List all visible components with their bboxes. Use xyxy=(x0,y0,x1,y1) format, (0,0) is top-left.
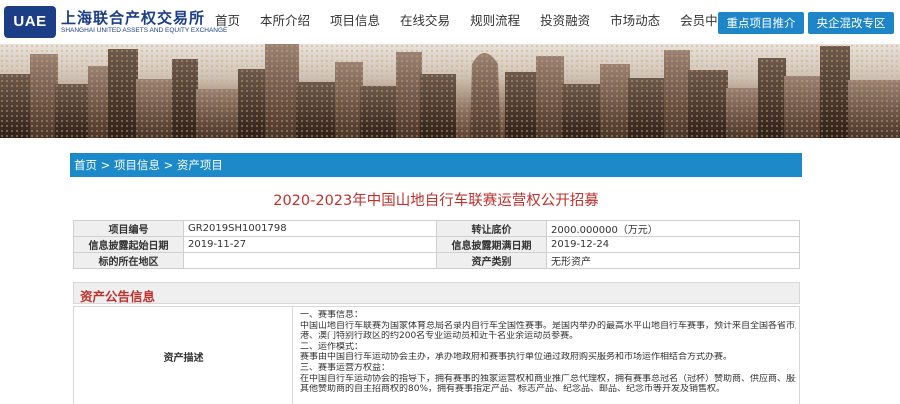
nav-investment[interactable]: 投资融资 xyxy=(530,0,600,44)
description-line: 三、赛事运营方权益： xyxy=(300,362,391,373)
disclosure-end-value: 2019-12-24 xyxy=(546,236,800,253)
region-value xyxy=(183,252,437,269)
announcement-title: 资产公告信息 xyxy=(80,289,156,304)
breadcrumb-separator: > xyxy=(159,158,177,172)
skyline-image xyxy=(0,44,900,138)
region-label: 标的所在地区 xyxy=(73,252,184,269)
project-number-value: GR2019SH1001798 xyxy=(183,220,437,237)
top-header: UAE 上海联合产权交易所 SHANGHAI UNITED ASSETS AND… xyxy=(0,0,900,44)
asset-description-label-cell: 资产描述 xyxy=(74,307,293,404)
asset-category-value: 无形资产 xyxy=(546,252,800,269)
table-row: 项目编号 GR2019SH1001798 转让底价 2000.000000（万元… xyxy=(73,220,800,237)
breadcrumb-assets[interactable]: 资产项目 xyxy=(177,158,223,172)
disclosure-start-value: 2019-11-27 xyxy=(183,236,437,253)
soe-reform-button[interactable]: 央企混改专区 xyxy=(808,12,894,34)
uae-logo[interactable]: UAE xyxy=(4,6,56,38)
description-line: 港、澳门特别行政区的约200名专业运动员和近千名业余运动员参赛。 xyxy=(300,331,579,342)
nav-about[interactable]: 本所介绍 xyxy=(250,0,320,44)
reserve-price-value: 2000.000000（万元） xyxy=(546,220,800,237)
asset-description-label: 资产描述 xyxy=(163,353,204,364)
table-row: 标的所在地区 资产类别 无形资产 xyxy=(73,252,800,269)
description-line: 赛事由中国自行车运动协会主办，承办地政府和赛事执行单位通过政府购买服务和市场运作… xyxy=(300,352,733,363)
description-line: 中国山地自行车联赛为国家体育总局名录内自行车全国性赛事。是国内举办的最高水平山地… xyxy=(300,320,796,331)
project-info-table: 项目编号 GR2019SH1001798 转让底价 2000.000000（万元… xyxy=(73,220,800,269)
nav-online-trading[interactable]: 在线交易 xyxy=(390,0,460,44)
logo-chinese-name: 上海联合产权交易所 xyxy=(61,9,206,27)
city-banner xyxy=(0,44,900,138)
description-line: 在中国自行车运动协会的指导下，拥有赛事的独家运营权和商业推广总代理权，拥有赛事总… xyxy=(300,373,796,384)
page-title: 2020-2023年中国山地自行车联赛运营权公开招募 xyxy=(273,193,599,209)
asset-category-label: 资产类别 xyxy=(436,252,547,269)
breadcrumb-projects[interactable]: 项目信息 xyxy=(114,158,160,172)
logo-english-name: SHANGHAI UNITED ASSETS AND EQUITY EXCHAN… xyxy=(61,27,228,34)
description-line: 一、赛事信息： xyxy=(300,310,364,320)
nav-home[interactable]: 首页 xyxy=(205,0,250,44)
key-projects-button[interactable]: 重点项目推介 xyxy=(718,12,804,34)
nav-rules[interactable]: 规则流程 xyxy=(460,0,530,44)
nav-projects[interactable]: 项目信息 xyxy=(320,0,390,44)
announcement-body: 资产描述 一、赛事信息： 中国山地自行车联赛为国家体育总局名录内自行车全国性赛事… xyxy=(73,306,800,404)
disclosure-start-label: 信息披露起始日期 xyxy=(73,236,184,253)
breadcrumb: 首页 > 项目信息 > 资产项目 xyxy=(70,153,802,177)
breadcrumb-home[interactable]: 首页 xyxy=(74,158,97,172)
announcement-header: 资产公告信息 xyxy=(73,282,800,304)
table-row: 信息披露起始日期 2019-11-27 信息披露期满日期 2019-12-24 xyxy=(73,236,800,253)
asset-description-text: 一、赛事信息： 中国山地自行车联赛为国家体育总局名录内自行车全国性赛事。是国内举… xyxy=(300,310,796,395)
disclosure-end-label: 信息披露期满日期 xyxy=(436,236,547,253)
project-number-label: 项目编号 xyxy=(73,220,184,237)
breadcrumb-separator: > xyxy=(97,158,114,172)
nav-market-news[interactable]: 市场动态 xyxy=(600,0,670,44)
main-nav: 首页 本所介绍 项目信息 在线交易 规则流程 投资融资 市场动态 会员中心 xyxy=(205,0,740,44)
description-line: 二、运作模式： xyxy=(300,341,364,352)
reserve-price-label: 转让底价 xyxy=(436,220,547,237)
description-line: 其他赞助商的自主招商权的80%，拥有赛事指定产品、标志产品、纪念品、邮品、纪念币… xyxy=(300,384,726,395)
